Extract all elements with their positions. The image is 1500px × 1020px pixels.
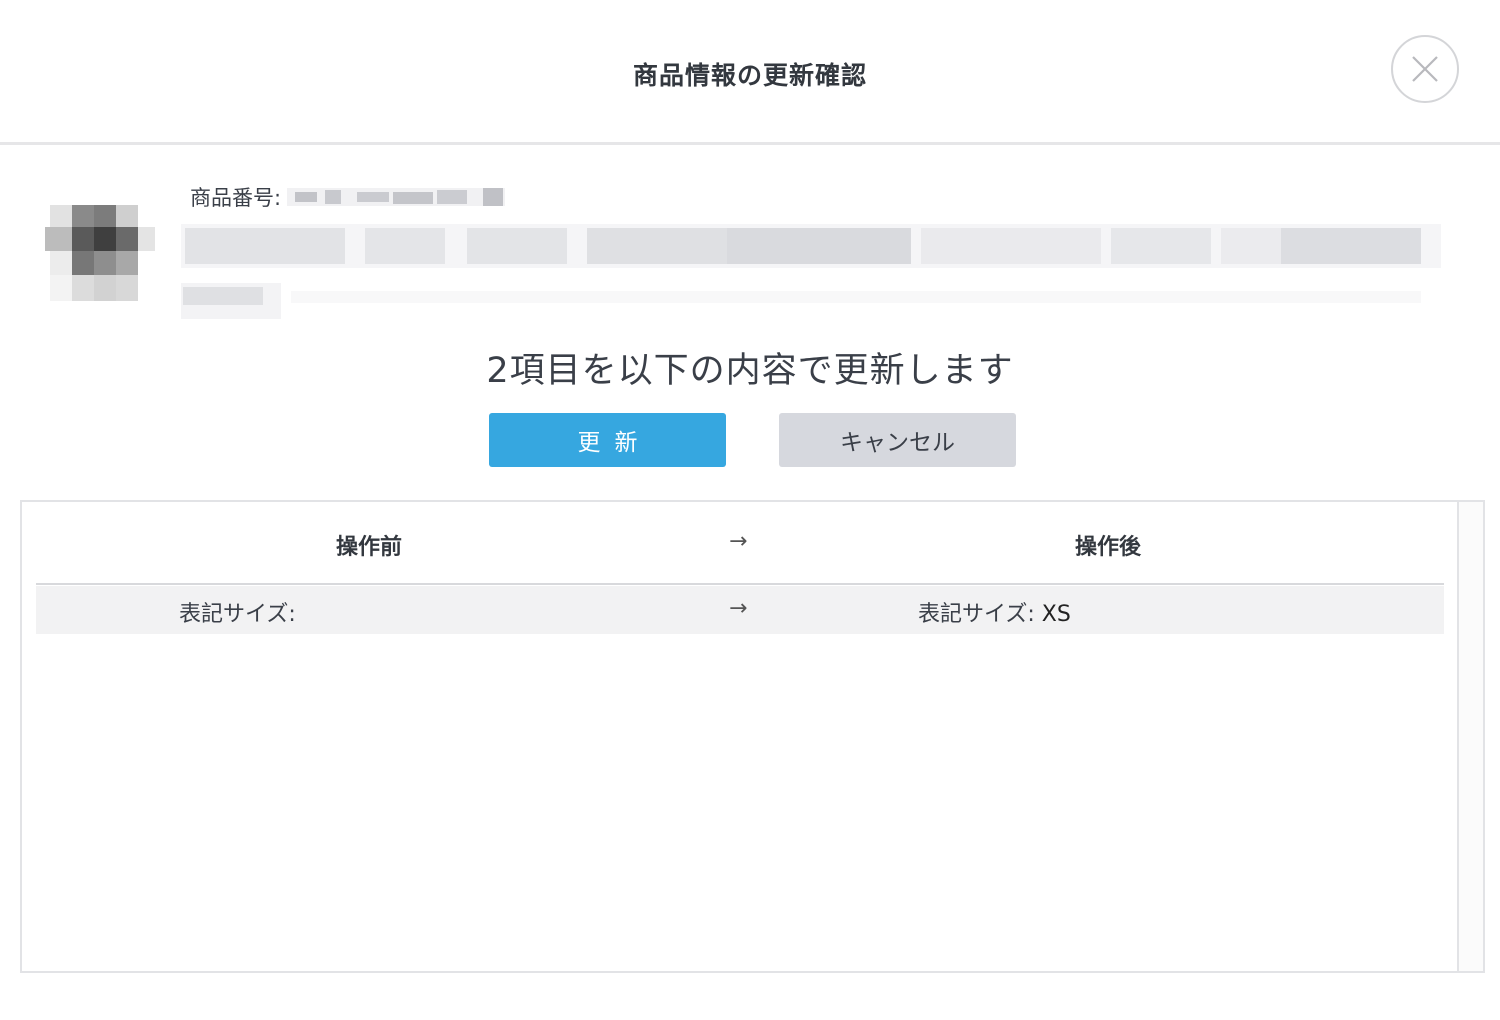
close-icon [1412, 56, 1438, 82]
product-number-label: 商品番号: [190, 186, 282, 210]
row-after-cell: 表記サイズ: XS [918, 596, 1071, 628]
blurred-product-subtext [181, 283, 1421, 319]
blurred-product-id [287, 188, 506, 206]
table-row: 表記サイズ: → 表記サイズ: XS [36, 586, 1444, 634]
scrollbar[interactable] [1457, 502, 1483, 971]
row-before-cell: 表記サイズ: [179, 596, 296, 628]
header-before: 操作前 [336, 535, 403, 560]
close-button[interactable] [1391, 35, 1459, 103]
table-header: 操作前 → 操作後 [36, 502, 1444, 585]
row-arrow: → [729, 596, 748, 621]
before-label: 表記サイズ: [179, 602, 296, 627]
modal-header: 商品情報の更新確認 [0, 0, 1500, 145]
confirm-message: 2項目を以下の内容で更新します [486, 351, 1014, 391]
modal-title: 商品情報の更新確認 [632, 61, 867, 90]
cancel-button[interactable]: キャンセル [779, 413, 1016, 467]
blurred-product-name [181, 224, 1441, 268]
update-confirm-modal: 商品情報の更新確認 商品番号: 2項目を以下の内容で更新します 更新 キャンセル… [0, 0, 1500, 1020]
after-label: 表記サイズ: [918, 602, 1035, 627]
product-number: 商品番号: [190, 183, 506, 211]
update-button[interactable]: 更新 [489, 413, 726, 467]
header-arrow: → [729, 529, 748, 554]
product-thumbnail [45, 205, 155, 301]
header-after: 操作後 [1075, 535, 1142, 560]
after-value: XS [1041, 602, 1071, 627]
changes-table-panel: 操作前 → 操作後 表記サイズ: → 表記サイズ: XS [20, 500, 1485, 973]
